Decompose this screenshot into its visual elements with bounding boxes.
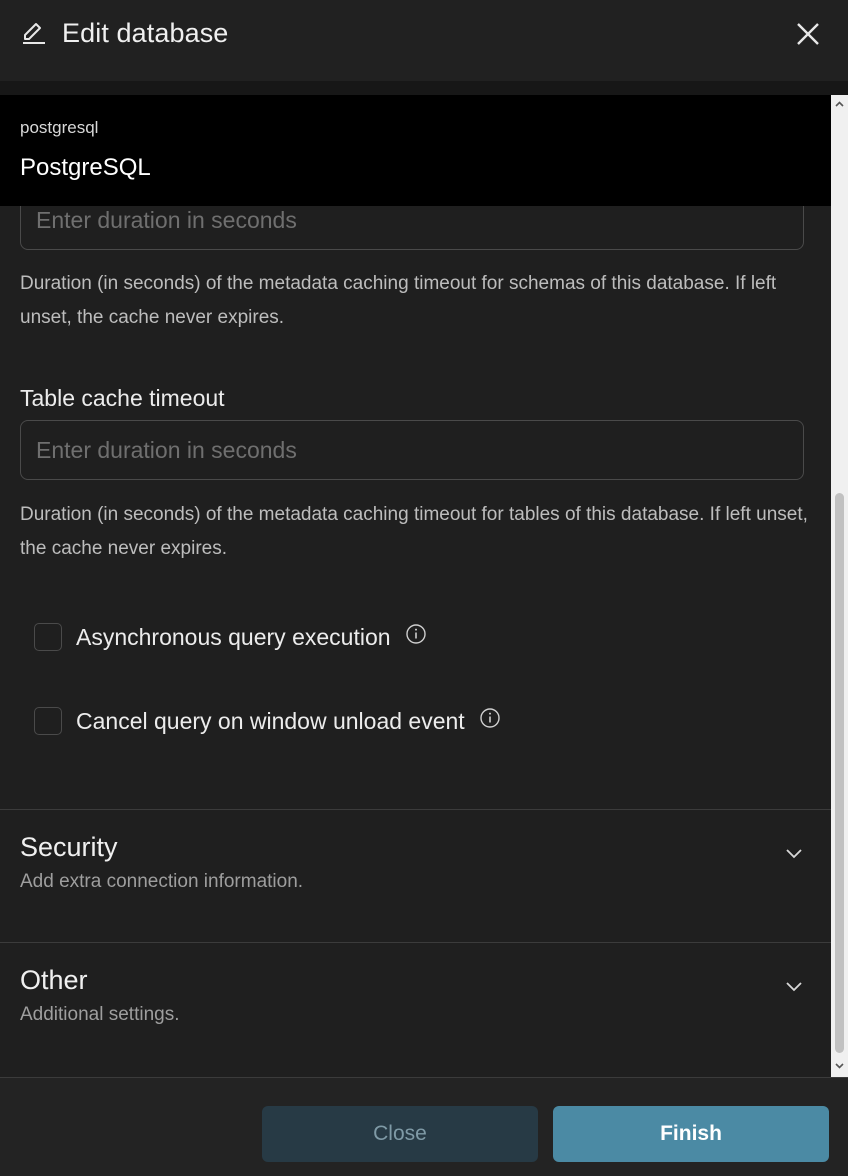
security-section[interactable]: Security Add extra connection informatio…	[0, 809, 831, 942]
database-engine: postgresql	[20, 118, 99, 137]
header-divider	[0, 81, 848, 95]
table-cache-help: Duration (in seconds) of the metadata ca…	[20, 504, 808, 559]
security-section-title: Security	[20, 832, 118, 862]
other-section-title: Other	[20, 965, 88, 995]
cancel-query-label: Cancel query on window unload event	[76, 707, 465, 734]
info-icon[interactable]	[479, 707, 501, 729]
scrollbar[interactable]	[831, 95, 848, 1077]
database-name: PostgreSQL	[20, 154, 151, 181]
finish-button[interactable]: Finish	[553, 1106, 829, 1162]
async-query-option[interactable]: Asynchronous query execution	[34, 620, 427, 654]
cancel-query-option[interactable]: Cancel query on window unload event	[34, 704, 501, 738]
table-cache-label: Table cache timeout	[20, 385, 225, 411]
chevron-down-icon[interactable]	[783, 975, 805, 997]
modal-header: Edit database	[0, 0, 848, 81]
pencil-icon	[23, 23, 45, 44]
other-section-subtitle: Additional settings.	[20, 1004, 180, 1025]
other-section[interactable]: Other Additional settings.	[0, 942, 831, 1075]
modal-footer: Close Finish	[0, 1077, 848, 1176]
close-button[interactable]: Close	[262, 1106, 538, 1162]
security-section-subtitle: Add extra connection information.	[20, 871, 304, 892]
scroll-up-icon[interactable]	[834, 99, 845, 110]
async-query-label: Asynchronous query execution	[76, 623, 391, 650]
modal-title: Edit database	[62, 18, 229, 48]
scrollbar-thumb[interactable]	[835, 493, 844, 1053]
async-query-checkbox[interactable]	[34, 623, 62, 651]
table-cache-timeout-input[interactable]	[20, 420, 804, 480]
chevron-down-icon[interactable]	[783, 842, 805, 864]
info-icon[interactable]	[405, 623, 427, 645]
modal-body[interactable]: postgresql PostgreSQL Duration (in secon…	[0, 95, 848, 1077]
cancel-query-checkbox[interactable]	[34, 707, 62, 735]
database-banner: postgresql PostgreSQL	[0, 95, 831, 206]
scroll-down-icon[interactable]	[834, 1060, 845, 1071]
close-icon[interactable]	[793, 19, 823, 49]
schema-cache-help: Duration (in seconds) of the metadata ca…	[20, 273, 777, 328]
